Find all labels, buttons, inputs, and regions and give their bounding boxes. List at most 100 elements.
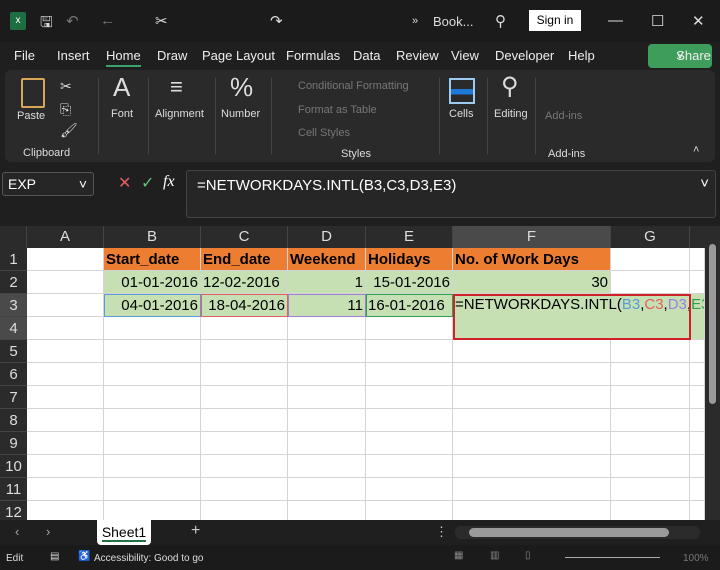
alignment-icon[interactable]: ≡ [170, 74, 183, 100]
tab-file[interactable]: File [14, 48, 35, 63]
cell[interactable] [611, 455, 690, 478]
cancel-icon[interactable]: ✕ [118, 173, 131, 193]
cell[interactable] [27, 432, 104, 455]
cell[interactable] [27, 340, 104, 363]
cell[interactable] [288, 317, 366, 340]
data-cell[interactable]: 1 [288, 271, 366, 294]
cell[interactable] [27, 271, 104, 294]
header-cell[interactable]: Weekend [288, 248, 366, 271]
tab-draw[interactable]: Draw [157, 48, 187, 63]
cell[interactable] [453, 455, 611, 478]
column-header-b[interactable]: B [104, 226, 201, 248]
column-header-c[interactable]: C [201, 226, 288, 248]
cell[interactable] [288, 501, 366, 520]
cell[interactable] [27, 294, 104, 317]
row-header-3[interactable]: 3 [0, 294, 27, 317]
row-header-1[interactable]: 1 [0, 248, 27, 271]
cell[interactable] [288, 478, 366, 501]
accessibility-icon[interactable]: ♿ [78, 551, 90, 562]
cell[interactable] [27, 501, 104, 520]
cell[interactable] [690, 409, 705, 432]
cell[interactable] [201, 478, 288, 501]
data-cell[interactable]: 12-02-2016 [201, 271, 288, 294]
data-cell[interactable]: 01-01-2016 [104, 271, 201, 294]
number-button[interactable]: Number [221, 108, 260, 120]
cell[interactable] [288, 363, 366, 386]
cell[interactable] [690, 271, 705, 294]
cell[interactable] [104, 363, 201, 386]
cell[interactable] [27, 248, 104, 271]
data-cell[interactable]: 11 [288, 294, 366, 317]
search-icon[interactable]: ⚲ [495, 12, 506, 30]
share-button[interactable]: Share ˅ [648, 44, 712, 68]
tab-review[interactable]: Review [396, 48, 439, 63]
font-button[interactable]: Font [111, 108, 133, 120]
macro-record-icon[interactable]: ▤ [50, 551, 59, 562]
more-options-icon[interactable]: ⋮ [435, 524, 448, 540]
tab-insert[interactable]: Insert [57, 48, 90, 63]
add-ins-button[interactable]: Add-ins [545, 110, 582, 122]
row-header-8[interactable]: 8 [0, 409, 27, 432]
cell[interactable] [453, 363, 611, 386]
row-header-6[interactable]: 6 [0, 363, 27, 386]
row-header-9[interactable]: 9 [0, 432, 27, 455]
format-painter-icon[interactable]: 🖌 [60, 122, 78, 139]
maximize-icon[interactable]: ☐ [651, 12, 664, 30]
cell[interactable] [201, 455, 288, 478]
cell[interactable] [27, 409, 104, 432]
cell[interactable] [366, 501, 453, 520]
cell[interactable] [690, 386, 705, 409]
select-all-corner[interactable] [0, 226, 27, 248]
data-cell[interactable]: 15-01-2016 [366, 271, 453, 294]
cell[interactable] [288, 455, 366, 478]
row-header-7[interactable]: 7 [0, 386, 27, 409]
formula-input[interactable]: =NETWORKDAYS.INTL(B3,C3,D3,E3) ˅ [186, 170, 716, 218]
add-sheet-icon[interactable]: + [191, 522, 200, 540]
row-header-10[interactable]: 10 [0, 455, 27, 478]
font-icon[interactable]: A [113, 72, 130, 103]
cell[interactable] [690, 455, 705, 478]
sign-in-button[interactable]: Sign in [529, 10, 581, 31]
cell[interactable] [690, 432, 705, 455]
cell[interactable] [201, 386, 288, 409]
cell[interactable] [690, 340, 705, 363]
cell[interactable] [453, 432, 611, 455]
paste-button[interactable]: Paste [17, 110, 45, 122]
sheet-tab-sheet1[interactable]: Sheet1 [97, 520, 151, 545]
cell[interactable] [611, 363, 690, 386]
number-icon[interactable]: % [230, 72, 253, 103]
cell[interactable] [611, 409, 690, 432]
cells-button[interactable]: Cells [449, 108, 473, 120]
cell[interactable] [288, 432, 366, 455]
cell[interactable] [104, 386, 201, 409]
cell[interactable] [201, 340, 288, 363]
zoom-slider[interactable] [565, 557, 660, 558]
next-sheet-icon[interactable]: › [46, 524, 50, 539]
cell[interactable] [611, 340, 690, 363]
row-header-12[interactable]: 12 [0, 501, 27, 520]
cell[interactable] [104, 432, 201, 455]
page-break-view-icon[interactable]: ▯ [525, 550, 531, 561]
cell[interactable] [104, 501, 201, 520]
editing-button[interactable]: Editing [494, 108, 528, 120]
collapse-ribbon-icon[interactable]: ˄ [693, 144, 699, 156]
header-cell[interactable]: End_date [201, 248, 288, 271]
cell[interactable] [453, 340, 611, 363]
cell[interactable] [611, 432, 690, 455]
cell[interactable] [366, 455, 453, 478]
data-cell[interactable]: 18-04-2016 [201, 294, 288, 317]
tab-page-layout[interactable]: Page Layout [202, 48, 275, 63]
cut-icon[interactable]: ✂ [60, 78, 72, 95]
tab-home[interactable]: Home [106, 48, 141, 67]
undo-icon[interactable]: ↶ [66, 12, 79, 30]
column-header-g[interactable]: G [611, 226, 690, 248]
enter-icon[interactable]: ✓ [141, 173, 154, 193]
save-icon[interactable]: 🖫 [40, 12, 53, 37]
worksheet-grid[interactable]: A B C D E F G 1 2 3 4 5 6 7 8 9 10 11 12 Start_date End_date… [0, 226, 705, 520]
paste-icon[interactable] [21, 78, 45, 108]
editing-icon[interactable]: ⚲ [501, 72, 519, 101]
column-header-d[interactable]: D [288, 226, 366, 248]
format-as-table-button[interactable]: Format as Table [298, 104, 377, 116]
cell[interactable] [27, 455, 104, 478]
cell[interactable] [366, 317, 453, 340]
